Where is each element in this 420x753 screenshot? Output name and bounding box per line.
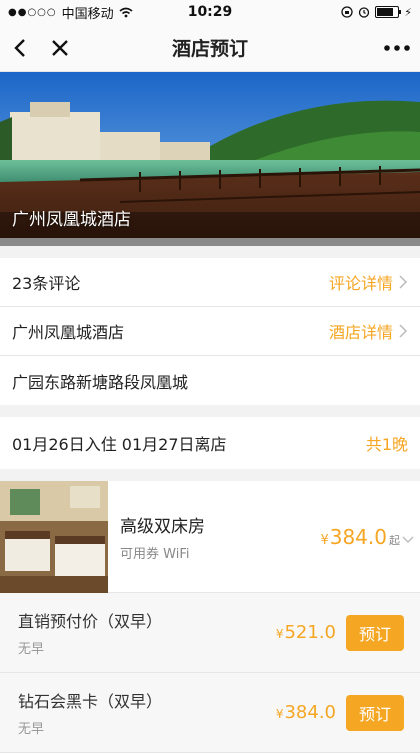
room-price: ¥ 384.0 起 — [320, 525, 420, 549]
rate-price-value: 384.0 — [284, 702, 336, 723]
room-photo — [0, 480, 108, 593]
rate-price: ¥ 521.0 — [276, 622, 336, 643]
rate-breakfast: 无早 — [18, 642, 45, 657]
room-card[interactable]: 高级双床房 可用券 WiFi ¥ 384.0 起 — [0, 480, 420, 593]
room-name: 高级双床房 — [120, 516, 205, 537]
battery-icon — [375, 6, 402, 18]
chevron-right-icon — [399, 275, 408, 289]
hotel-name-row[interactable]: 广州凤凰城酒店 酒店详情 — [0, 307, 420, 356]
hotel-details-link[interactable]: 酒店详情 — [329, 319, 408, 343]
rate-row: 钻石会黑卡（双早） 无早 ¥ 384.0 预订 — [0, 673, 420, 753]
chevron-right-icon — [399, 324, 408, 338]
navigation-bar: 酒店预订 — [0, 24, 420, 72]
signal-icon: ●●○○○ — [8, 6, 57, 18]
stay-dates-row[interactable]: 01月26日入住 01月27日离店 共1晚 — [0, 417, 420, 469]
rate-name: 钻石会黑卡（双早） — [18, 692, 163, 711]
rate-name: 直销预付价（双早） — [18, 612, 163, 631]
chevron-down-icon[interactable] — [402, 536, 414, 544]
stay-dates: 01月26日入住 01月27日离店 — [12, 435, 227, 454]
hotel-info-group: 23条评论 评论详情 广州凤凰城酒店 酒店详情 广园东路新塘路段凤凰城 — [0, 258, 420, 405]
more-icon[interactable] — [384, 24, 410, 72]
reviews-row[interactable]: 23条评论 评论详情 — [0, 258, 420, 307]
banner-caption: 广州凤凰城酒店 — [12, 210, 131, 230]
currency-symbol: ¥ — [275, 707, 284, 721]
charging-icon: ⚡ — [404, 5, 412, 19]
rate-breakfast: 无早 — [18, 722, 45, 737]
hotel-details-label: 酒店详情 — [328, 323, 393, 342]
hotel-banner[interactable]: 广州凤凰城酒店 — [0, 72, 420, 246]
rate-price-value: 521.0 — [284, 622, 336, 643]
currency-symbol: ¥ — [275, 627, 284, 641]
carrier-label: 中国移动 — [61, 6, 114, 22]
wifi-icon — [119, 7, 133, 17]
hotel-name: 广州凤凰城酒店 — [12, 323, 125, 342]
reviews-count: 23条评论 — [12, 274, 81, 293]
book-button[interactable]: 预订 — [346, 614, 404, 651]
rate-price: ¥ 384.0 — [276, 702, 336, 723]
rate-info: 直销预付价（双早） 无早 — [18, 608, 276, 657]
rotation-lock-icon — [341, 6, 353, 18]
room-info: 高级双床房 可用券 WiFi — [108, 512, 320, 562]
currency-symbol: ¥ — [320, 532, 329, 548]
room-tags: 可用券 WiFi — [120, 546, 190, 562]
review-details-link[interactable]: 评论详情 — [329, 270, 408, 294]
rate-info: 钻石会黑卡（双早） 无早 — [18, 688, 276, 737]
room-price-value: 384.0 — [329, 524, 387, 549]
status-bar: ●●○○○ 中国移动 10:29 ⚡ — [0, 0, 420, 24]
address-row: 广园东路新塘路段凤凰城 — [0, 356, 420, 405]
back-icon[interactable] — [0, 24, 40, 72]
close-icon[interactable] — [40, 24, 80, 72]
book-button[interactable]: 预订 — [346, 694, 404, 731]
nights-count: 共1晚 — [365, 435, 408, 454]
alarm-icon — [359, 7, 370, 18]
rate-row: 直销预付价（双早） 无早 ¥ 521.0 预订 — [0, 593, 420, 673]
hotel-address: 广园东路新塘路段凤凰城 — [12, 372, 189, 392]
review-details-label: 评论详情 — [328, 274, 393, 293]
price-from-label: 起 — [389, 533, 400, 547]
